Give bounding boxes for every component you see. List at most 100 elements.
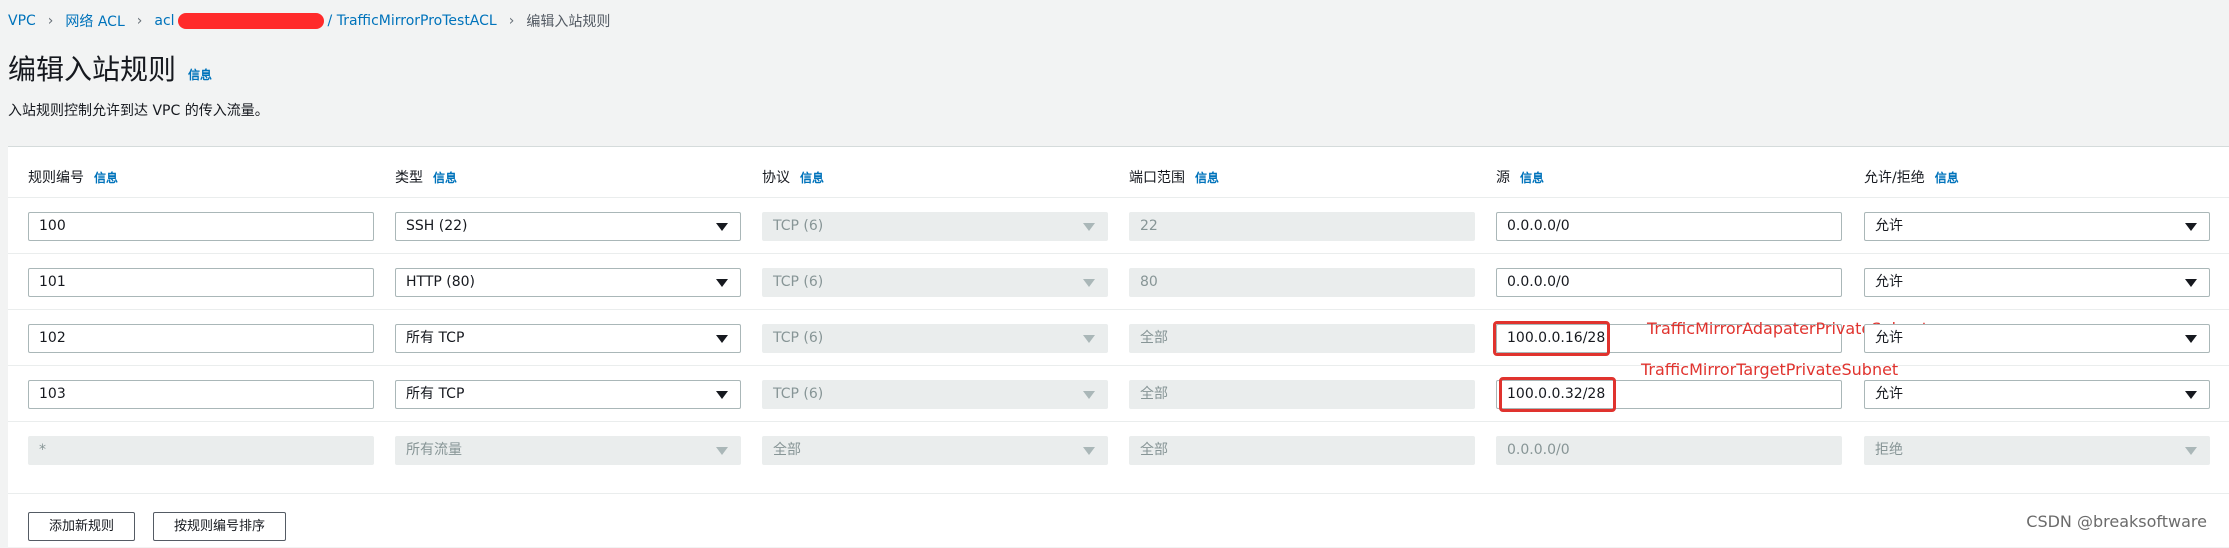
caret-down-icon bbox=[1083, 279, 1095, 287]
port-range-input: 80 bbox=[1129, 268, 1475, 297]
allow-deny-select: 拒绝 bbox=[1864, 436, 2210, 465]
type-value: HTTP (80) bbox=[406, 274, 476, 290]
header-info-link[interactable]: 信息 bbox=[1520, 171, 1544, 185]
protocol-select: TCP (6) bbox=[762, 380, 1108, 409]
action-value: 允许 bbox=[1875, 330, 1903, 346]
header-type: 类型 信息 bbox=[395, 167, 457, 187]
caret-down-icon bbox=[716, 223, 728, 231]
source-input[interactable]: 0.0.0.0/0 bbox=[1496, 212, 1842, 241]
type-value: 所有流量 bbox=[406, 442, 462, 458]
header-rule-number: 规则编号 信息 bbox=[28, 167, 118, 187]
page-title: 编辑入站规则 bbox=[8, 53, 177, 86]
action-value: 允许 bbox=[1875, 386, 1903, 402]
protocol-value: 全部 bbox=[773, 442, 801, 458]
port-range-input: 22 bbox=[1129, 212, 1475, 241]
header-label: 允许/拒绝 bbox=[1864, 170, 1925, 186]
caret-down-icon bbox=[2185, 223, 2197, 231]
action-value: 允许 bbox=[1875, 274, 1903, 290]
highlight-box bbox=[1499, 377, 1616, 412]
chevron-right-icon: › bbox=[136, 13, 143, 29]
table-row: * 所有流量 全部 全部 0.0.0.0/0 拒绝 bbox=[8, 421, 2229, 478]
port-range-input: 全部 bbox=[1129, 380, 1475, 409]
title-info-link[interactable]: 信息 bbox=[188, 66, 212, 83]
source-input: 0.0.0.0/0 bbox=[1496, 436, 1842, 465]
header-label: 类型 bbox=[395, 170, 423, 186]
breadcrumb: VPC › 网络 ACL › acl / TrafficMirrorProTes… bbox=[8, 10, 610, 32]
breadcrumb-acl-name[interactable]: / TrafficMirrorProTestACL bbox=[328, 13, 497, 29]
caret-down-icon bbox=[716, 335, 728, 343]
header-port-range: 端口范围 信息 bbox=[1129, 167, 1219, 187]
header-label: 协议 bbox=[762, 170, 790, 186]
allow-deny-select[interactable]: 允许 bbox=[1864, 324, 2210, 353]
sort-rules-button[interactable]: 按规则编号排序 bbox=[153, 512, 287, 541]
caret-down-icon bbox=[716, 391, 728, 399]
breadcrumb-acl[interactable]: acl bbox=[154, 13, 174, 29]
table-header: 规则编号 信息 类型 信息 协议 信息 端口范围 信息 源信息 允许/拒绝 信息 bbox=[8, 147, 2229, 197]
rule-number-input[interactable]: 101 bbox=[28, 268, 374, 297]
source-input[interactable]: 0.0.0.0/0 bbox=[1496, 268, 1842, 297]
chevron-right-icon: › bbox=[508, 13, 515, 29]
rule-number-input[interactable]: 103 bbox=[28, 380, 374, 409]
header-label: 端口范围 bbox=[1129, 170, 1185, 186]
protocol-select: TCP (6) bbox=[762, 212, 1108, 241]
caret-down-icon bbox=[1083, 447, 1095, 455]
protocol-value: TCP (6) bbox=[773, 330, 824, 346]
protocol-select: TCP (6) bbox=[762, 324, 1108, 353]
allow-deny-select[interactable]: 允许 bbox=[1864, 212, 2210, 241]
allow-deny-select[interactable]: 允许 bbox=[1864, 380, 2210, 409]
protocol-select: TCP (6) bbox=[762, 268, 1108, 297]
header-label: 规则编号 bbox=[28, 170, 84, 186]
header-info-link[interactable]: 信息 bbox=[800, 171, 824, 185]
caret-down-icon bbox=[2185, 447, 2197, 455]
protocol-value: TCP (6) bbox=[773, 274, 824, 290]
type-select[interactable]: 所有 TCP bbox=[395, 380, 741, 409]
table-actions: 添加新规则 按规则编号排序 bbox=[8, 493, 2229, 548]
header-info-link[interactable]: 信息 bbox=[94, 171, 118, 185]
breadcrumb-network-acl[interactable]: 网络 ACL bbox=[65, 11, 124, 31]
caret-down-icon bbox=[716, 447, 728, 455]
protocol-value: TCP (6) bbox=[773, 386, 824, 402]
rules-panel: 规则编号 信息 类型 信息 协议 信息 端口范围 信息 源信息 允许/拒绝 信息 100 … bbox=[8, 146, 2229, 547]
caret-down-icon bbox=[716, 279, 728, 287]
header-info-link[interactable]: 信息 bbox=[1935, 171, 1959, 185]
header-allow-deny: 允许/拒绝 信息 bbox=[1864, 167, 1959, 187]
allow-deny-select[interactable]: 允许 bbox=[1864, 268, 2210, 297]
type-select: 所有流量 bbox=[395, 436, 741, 465]
header-label: 源 bbox=[1496, 170, 1510, 186]
type-value: SSH (22) bbox=[406, 218, 468, 234]
action-value: 允许 bbox=[1875, 218, 1903, 234]
table-row: 101 HTTP (80) TCP (6) 80 0.0.0.0/0 允许 bbox=[8, 253, 2229, 310]
header-info-link[interactable]: 信息 bbox=[1195, 171, 1219, 185]
page-description: 入站规则控制允许到达 VPC 的传入流量。 bbox=[8, 103, 269, 119]
header-protocol: 协议 信息 bbox=[762, 167, 824, 187]
port-range-input: 全部 bbox=[1129, 324, 1475, 353]
redaction-mark bbox=[177, 13, 324, 29]
type-select[interactable]: HTTP (80) bbox=[395, 268, 741, 297]
caret-down-icon bbox=[2185, 391, 2197, 399]
caret-down-icon bbox=[2185, 279, 2197, 287]
header-info-link[interactable]: 信息 bbox=[433, 171, 457, 185]
caret-down-icon bbox=[2185, 335, 2197, 343]
type-select[interactable]: 所有 TCP bbox=[395, 324, 741, 353]
watermark: CSDN @breaksoftware bbox=[2026, 512, 2207, 531]
port-range-input: 全部 bbox=[1129, 436, 1475, 465]
type-value: 所有 TCP bbox=[406, 386, 465, 402]
protocol-select: 全部 bbox=[762, 436, 1108, 465]
protocol-value: TCP (6) bbox=[773, 218, 824, 234]
add-rule-button[interactable]: 添加新规则 bbox=[28, 512, 136, 541]
rule-number-input[interactable]: 102 bbox=[28, 324, 374, 353]
rule-number-input[interactable]: 100 bbox=[28, 212, 374, 241]
type-value: 所有 TCP bbox=[406, 330, 465, 346]
table-row: 100 SSH (22) TCP (6) 22 0.0.0.0/0 允许 bbox=[8, 197, 2229, 254]
breadcrumb-vpc[interactable]: VPC bbox=[8, 13, 36, 29]
caret-down-icon bbox=[1083, 335, 1095, 343]
table-row: 102 所有 TCP TCP (6) 全部 100.0.0.16/28 Traf… bbox=[8, 309, 2229, 366]
chevron-right-icon: › bbox=[47, 13, 54, 29]
table-row: 103 所有 TCP TCP (6) 全部 100.0.0.32/28 Traf… bbox=[8, 360, 2229, 422]
type-select[interactable]: SSH (22) bbox=[395, 212, 741, 241]
header-source: 源信息 bbox=[1496, 167, 1544, 187]
highlight-box bbox=[1493, 321, 1610, 356]
annotation-target-subnet: TrafficMirrorTargetPrivateSubnet bbox=[1641, 360, 1899, 379]
rule-number-input: * bbox=[28, 436, 374, 465]
caret-down-icon bbox=[1083, 223, 1095, 231]
